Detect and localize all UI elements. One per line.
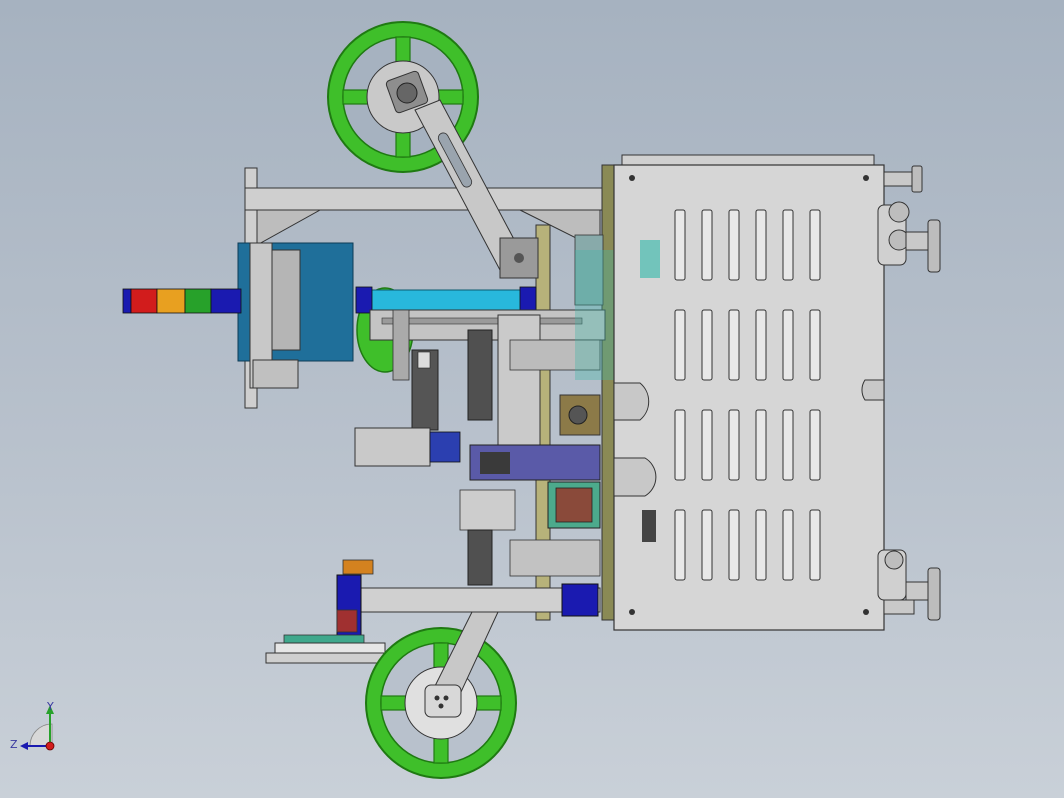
motor-housing [237, 242, 354, 389]
vent-slot [674, 309, 686, 381]
vent-slot [755, 509, 767, 581]
cad-viewport[interactable]: Y Z [0, 0, 1064, 798]
vent-slot [809, 209, 821, 281]
vent-slot [782, 209, 794, 281]
signal-tower-light [122, 288, 242, 314]
vent-slot [701, 309, 713, 381]
leveling-feet [877, 165, 941, 621]
vent-slot [728, 209, 740, 281]
vent-slot [701, 209, 713, 281]
triad-y-label: Y [46, 700, 54, 713]
vent-slot [809, 409, 821, 481]
vent-slot [782, 309, 794, 381]
vent-slot [701, 509, 713, 581]
vent-slot [728, 409, 740, 481]
vent-slot [728, 309, 740, 381]
vent-slot [809, 309, 821, 381]
vent-slot [755, 309, 767, 381]
vent-slot [728, 509, 740, 581]
vent-slot [674, 409, 686, 481]
machine-assembly-drawing: Y Z [10, 21, 941, 779]
vent-slot [782, 509, 794, 581]
coordinate-triad: Y Z [10, 700, 55, 751]
vent-slot [782, 409, 794, 481]
main-cabinet [613, 154, 885, 631]
vent-slot [701, 409, 713, 481]
central-mechanism [354, 234, 615, 586]
vent-slot [755, 409, 767, 481]
vent-slot [674, 209, 686, 281]
vent-slot [674, 509, 686, 581]
vent-slot [809, 509, 821, 581]
vent-slot [755, 209, 767, 281]
triad-z-label: Z [10, 738, 18, 751]
